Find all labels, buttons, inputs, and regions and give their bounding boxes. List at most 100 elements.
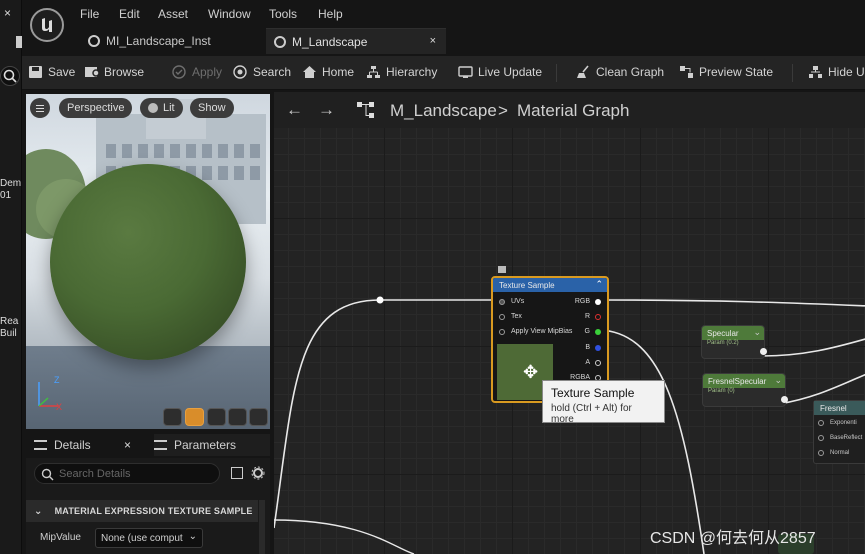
menu-tools[interactable]: Tools — [269, 7, 297, 21]
home-button[interactable]: Home — [302, 65, 354, 79]
folder-icon[interactable] — [16, 36, 22, 48]
breadcrumb-root[interactable]: M_Landscape — [390, 101, 497, 121]
input-uvs[interactable]: UVs — [499, 298, 524, 305]
show-button[interactable]: Show — [190, 98, 234, 118]
node-tooltip: Texture Sample hold (Ctrl + Alt) for mor… — [542, 380, 665, 425]
menu-edit[interactable]: Edit — [119, 7, 140, 21]
live-update-button[interactable]: Live Update — [458, 65, 542, 79]
input-apply-view-mipbias[interactable]: Apply View MipBias — [499, 328, 572, 335]
cylinder-preview-icon[interactable] — [163, 408, 182, 426]
output-a[interactable]: A — [585, 359, 601, 366]
fresnel-specular-param-node[interactable]: FresnelSpecular Param (0) ⌄ — [702, 373, 788, 407]
breadcrumb-separator: > — [498, 101, 508, 120]
output-pin[interactable] — [781, 396, 788, 403]
move-cursor-icon: ✥ — [523, 362, 539, 382]
perspective-button[interactable]: Perspective — [59, 98, 133, 118]
preview-state-button[interactable]: Preview State — [679, 65, 773, 79]
left-dock-strip: × Dem 01 Rea Buil — [0, 0, 22, 554]
toolbar-separator — [792, 64, 793, 82]
fresnel-node[interactable]: Fresnel Exponenti BaseReflect Normal — [813, 400, 865, 464]
menu-asset[interactable]: Asset — [158, 7, 188, 21]
tab-details[interactable]: Details — [34, 434, 91, 456]
preview-sphere — [50, 164, 246, 360]
home-icon — [302, 65, 317, 79]
chevron-down-icon[interactable]: ⌄ — [774, 375, 782, 386]
search-icon[interactable] — [0, 66, 20, 86]
search-details-input[interactable]: Search Details — [34, 463, 220, 484]
toolbar-separator — [556, 64, 557, 82]
section-header-texture-sample[interactable]: ⌄ MATERIAL EXPRESSION TEXTURE SAMPLE — [26, 500, 258, 522]
material-preview-viewport[interactable]: Perspective Lit Show Z X — [26, 94, 270, 429]
output-pin[interactable] — [760, 348, 767, 355]
chevron-down-icon[interactable]: ⌄ — [753, 327, 761, 338]
menu-window[interactable]: Window — [208, 7, 251, 21]
details-scrollbar[interactable] — [259, 500, 265, 554]
grid-view-icon[interactable] — [231, 467, 243, 479]
input-tex[interactable]: Tex — [499, 313, 522, 320]
save-icon — [28, 65, 43, 79]
input-base-reflect[interactable]: BaseReflect — [818, 435, 862, 441]
menu-bar — [22, 0, 865, 28]
tab-parameters[interactable]: Parameters — [154, 434, 270, 456]
material-instance-icon — [88, 35, 100, 47]
chevron-down-icon: ⌄ — [34, 505, 43, 517]
parameters-icon — [154, 440, 167, 450]
cube-preview-icon[interactable] — [228, 408, 247, 426]
tab-label: MI_Landscape_Inst — [106, 34, 211, 48]
watermark: CSDN @何去何从2857 — [650, 530, 816, 547]
close-tab-icon[interactable]: × — [430, 35, 436, 47]
hierarchy-button[interactable]: Hierarchy — [366, 65, 437, 79]
node-comment-icon — [498, 266, 506, 273]
tab-mi-landscape-inst[interactable]: MI_Landscape_Inst — [80, 28, 260, 54]
save-button[interactable]: Save — [28, 65, 75, 79]
node-title: Texture Sample — [493, 278, 607, 292]
graph-icon — [357, 102, 374, 118]
browse-icon — [84, 65, 100, 79]
monitor-icon — [458, 65, 473, 79]
specular-param-node[interactable]: Specular Param (0.2) ⌄ — [701, 325, 767, 359]
unreal-logo[interactable] — [30, 8, 64, 42]
lit-sphere-icon — [148, 103, 158, 113]
side-label-top[interactable]: Dem 01 — [0, 178, 21, 202]
hamburger-icon[interactable] — [30, 98, 50, 118]
output-rgb[interactable]: RGB — [575, 298, 601, 305]
material-icon — [274, 35, 286, 48]
output-g[interactable]: G — [585, 328, 601, 335]
input-normal[interactable]: Normal — [818, 450, 849, 456]
sphere-preview-icon[interactable] — [185, 408, 204, 426]
apply-button[interactable]: Apply — [172, 65, 222, 79]
close-details-icon[interactable]: × — [124, 438, 131, 452]
hide-unrelated-icon — [808, 65, 823, 79]
tab-m-landscape[interactable]: M_Landscape × — [266, 28, 446, 54]
gear-icon[interactable] — [251, 466, 265, 480]
menu-help[interactable]: Help — [318, 7, 343, 21]
menu-file[interactable]: File — [80, 7, 99, 21]
plane-preview-icon[interactable] — [207, 408, 226, 426]
custom-mesh-preview-icon[interactable] — [249, 408, 268, 426]
close-icon[interactable]: × — [4, 6, 11, 20]
hierarchy-icon — [366, 65, 381, 79]
preview-state-icon — [679, 65, 694, 79]
input-exponent[interactable]: Exponenti — [818, 420, 857, 426]
browse-button[interactable]: Browse — [84, 65, 144, 79]
forward-arrow-icon[interactable]: → — [318, 100, 335, 120]
lit-button[interactable]: Lit — [140, 98, 183, 118]
side-label-bottom[interactable]: Rea Buil — [0, 316, 18, 340]
search-icon — [233, 65, 248, 79]
back-arrow-icon[interactable]: ← — [286, 100, 303, 120]
output-b[interactable]: B — [585, 344, 601, 351]
mipvalue-label: MipValue — [40, 532, 81, 543]
output-r[interactable]: R — [585, 313, 601, 320]
chevron-down-icon: ⌄ — [188, 531, 197, 542]
breadcrumb-leaf[interactable]: Material Graph — [517, 101, 629, 121]
axis-z-label: Z — [54, 375, 60, 385]
checkmark-icon — [172, 65, 187, 79]
clean-graph-button[interactable]: Clean Graph — [576, 65, 664, 79]
search-icon — [41, 468, 54, 481]
chevron-up-icon[interactable]: ⌃ — [595, 279, 603, 290]
axis-x-label: X — [56, 402, 63, 412]
broom-icon — [576, 65, 591, 79]
search-button[interactable]: Search — [233, 65, 291, 79]
hide-unrelated-button[interactable]: Hide U — [808, 65, 865, 79]
mipvalue-select[interactable]: None (use comput ⌄ — [95, 528, 203, 548]
